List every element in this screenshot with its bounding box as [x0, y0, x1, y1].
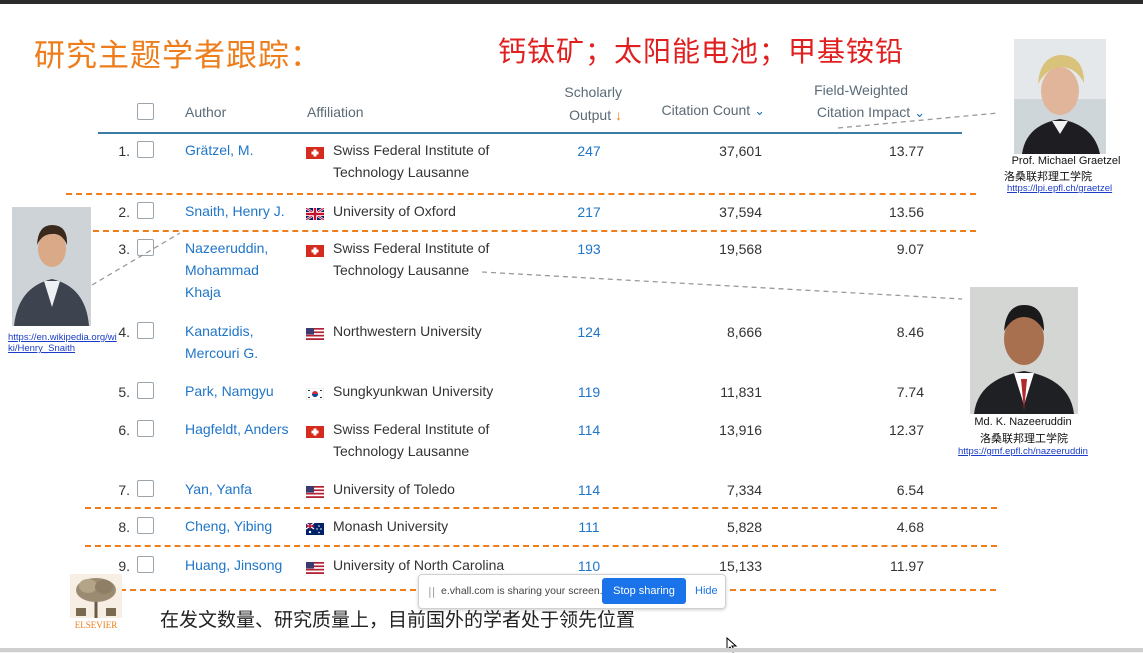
nazeeruddin-portrait	[970, 287, 1078, 414]
graetzel-name: Prof. Michael Graetzel	[1011, 155, 1121, 167]
slide-frame: 研究主题学者跟踪： 钙钛矿；太阳能电池；甲基铵铅 Author Affiliat…	[0, 0, 1143, 653]
nazeeruddin-institution: 洛桑联邦理工学院	[980, 433, 1068, 445]
stop-sharing-button[interactable]: Stop sharing	[602, 578, 686, 604]
snaith-wikipedia-link[interactable]: https://en.wikipedia.org/wi ki/Henry_Sna…	[8, 332, 117, 354]
snaith-link-line1: https://en.wikipedia.org/wi	[8, 332, 117, 343]
nazeeruddin-profile-link[interactable]: https://gmf.epfl.ch/nazeeruddin	[958, 446, 1088, 457]
graetzel-institution: 洛桑联邦理工学院	[1004, 171, 1092, 183]
portrait-image	[12, 207, 91, 326]
elsevier-tree-icon	[70, 574, 122, 618]
window-bottom-strip	[0, 648, 1143, 652]
portrait-image	[970, 287, 1078, 414]
elsevier-wordmark: ELSEVIER	[74, 620, 118, 630]
slide-conclusion-text: 在发文数量、研究质量上，目前国外的学者处于领先位置	[160, 609, 636, 631]
snaith-link-line2: ki/Henry_Snaith	[8, 343, 76, 354]
graetzel-portrait	[1014, 39, 1106, 154]
hide-button[interactable]: Hide	[695, 585, 718, 597]
nazeeruddin-name: Md. K. Nazeeruddin	[974, 416, 1072, 428]
snaith-portrait	[12, 207, 91, 326]
elsevier-logo: ELSEVIER	[70, 574, 122, 630]
share-message: e.vhall.com is sharing your screen.	[441, 585, 603, 597]
graetzel-profile-link[interactable]: https://lpi.epfl.ch/graetzel	[1007, 183, 1112, 194]
screen-share-bar: || e.vhall.com is sharing your screen. S…	[418, 574, 726, 609]
portrait-image	[1014, 39, 1106, 154]
drag-handle-icon[interactable]: ||	[428, 585, 435, 598]
